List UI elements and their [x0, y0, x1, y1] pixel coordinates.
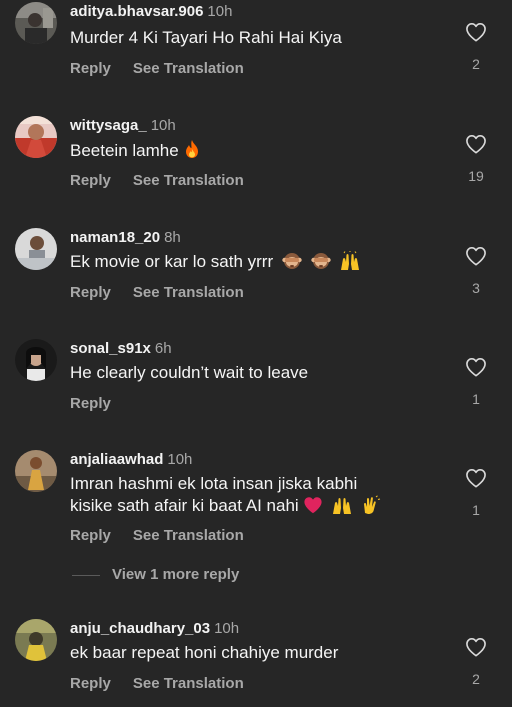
reply-button[interactable]: Reply [70, 527, 111, 544]
comment-actions: Reply See Translation [70, 60, 244, 78]
username[interactable]: anjaliaawhad [70, 451, 163, 468]
see-translation-button[interactable]: See Translation [133, 172, 244, 189]
comment-text: ek baar repeat honi chahiye murder [70, 642, 440, 664]
timestamp: 10h [214, 620, 240, 637]
see-no-evil-monkey-emoji [282, 251, 302, 277]
like-count: 1 [472, 391, 480, 407]
comment-actions: Reply See Translation [70, 172, 244, 190]
comment-text: Murder 4 Ki Tayari Ho Rahi Hai Kiya [70, 27, 440, 49]
like-control: 1 [461, 357, 491, 407]
username[interactable]: sonal_s91x [70, 340, 151, 357]
username[interactable]: anju_chaudhary_03 [70, 620, 210, 637]
reply-button[interactable]: Reply [70, 395, 111, 412]
comment-meta: anju_chaudhary_03 10h [70, 620, 239, 638]
reply-button[interactable]: Reply [70, 172, 111, 189]
reply-button[interactable]: Reply [70, 60, 111, 77]
heart-icon[interactable] [461, 357, 491, 377]
divider [72, 574, 100, 576]
comment-text-line: Imran hashmi ek lota insan jiska kabhi [70, 474, 358, 493]
like-count: 1 [472, 502, 480, 518]
view-more-replies-label: View 1 more reply [112, 566, 240, 583]
red-heart-emoji [303, 496, 323, 520]
comment-text: Ek movie or kar lo sath yrrr [70, 251, 440, 277]
avatar[interactable] [15, 116, 57, 158]
timestamp: 8h [164, 229, 181, 246]
like-control: 19 [461, 134, 491, 184]
comment-meta: naman18_20 8h [70, 229, 181, 247]
comment-text: Imran hashmi ek lota insan jiska kabhi k… [70, 473, 440, 521]
heart-icon[interactable] [461, 637, 491, 657]
timestamp: 6h [154, 340, 172, 357]
comment-actions: Reply See Translation [70, 284, 244, 302]
like-count: 2 [472, 671, 480, 687]
raising-hands-emoji [331, 495, 353, 521]
comment-text: He clearly couldn’t wait to leave [70, 362, 440, 384]
like-control: 3 [461, 246, 491, 296]
comment-text-content: kisike sath afair ki baat AI nahi [70, 496, 299, 515]
avatar[interactable] [15, 2, 57, 44]
comment-text-content: Ek movie or kar lo sath yrrr [70, 252, 274, 271]
reply-button[interactable]: Reply [70, 284, 111, 301]
avatar[interactable] [15, 450, 57, 492]
like-count: 19 [468, 168, 484, 184]
username[interactable]: aditya.bhavsar.906 [70, 3, 203, 20]
comment-meta: wittysaga_ 10h [70, 117, 176, 135]
like-count: 2 [472, 56, 480, 72]
comment-text-content: He clearly couldn’t wait to leave [70, 363, 309, 382]
heart-icon[interactable] [461, 246, 491, 266]
comment-meta: aditya.bhavsar.906 10h [70, 3, 232, 21]
see-translation-button[interactable]: See Translation [133, 60, 244, 77]
like-control: 2 [461, 637, 491, 687]
clapping-hands-emoji [361, 495, 381, 521]
timestamp: 10h [207, 3, 233, 20]
avatar[interactable] [15, 339, 57, 381]
timestamp: 10h [150, 117, 176, 134]
comment-text-content: ek baar repeat honi chahiye murder [70, 643, 339, 662]
raising-hands-emoji [339, 251, 361, 277]
reply-button[interactable]: Reply [70, 675, 111, 692]
comment-text: Beetein lamhe [70, 139, 440, 165]
heart-icon[interactable] [461, 134, 491, 154]
comments-list: aditya.bhavsar.906 10h Murder 4 Ki Tayari… [0, 0, 512, 707]
comment-text-content: Beetein lamhe [70, 141, 179, 160]
see-translation-button[interactable]: See Translation [133, 527, 244, 544]
comment-text-line: kisike sath afair ki baat AI nahi [70, 495, 440, 521]
heart-icon[interactable] [461, 22, 491, 42]
see-translation-button[interactable]: See Translation [133, 284, 244, 301]
heart-icon[interactable] [461, 468, 491, 488]
view-more-replies-button[interactable]: View 1 more reply [72, 566, 239, 583]
comment-text-content: Murder 4 Ki Tayari Ho Rahi Hai Kiya [70, 28, 342, 47]
like-count: 3 [472, 280, 480, 296]
comment-meta: sonal_s91x 6h [70, 340, 172, 358]
comment-actions: Reply See Translation [70, 527, 244, 545]
avatar[interactable] [15, 228, 57, 270]
like-control: 2 [461, 22, 491, 72]
timestamp: 10h [167, 451, 193, 468]
fire-emoji [183, 139, 201, 165]
comment-meta: anjaliaawhad 10h [70, 451, 192, 469]
see-translation-button[interactable]: See Translation [133, 675, 244, 692]
comment-actions: Reply [70, 395, 111, 413]
comment-actions: Reply See Translation [70, 675, 244, 693]
username[interactable]: naman18_20 [70, 229, 160, 246]
like-control: 1 [461, 468, 491, 518]
username[interactable]: wittysaga_ [70, 117, 147, 134]
see-no-evil-monkey-emoji [310, 251, 331, 277]
avatar[interactable] [15, 619, 57, 661]
